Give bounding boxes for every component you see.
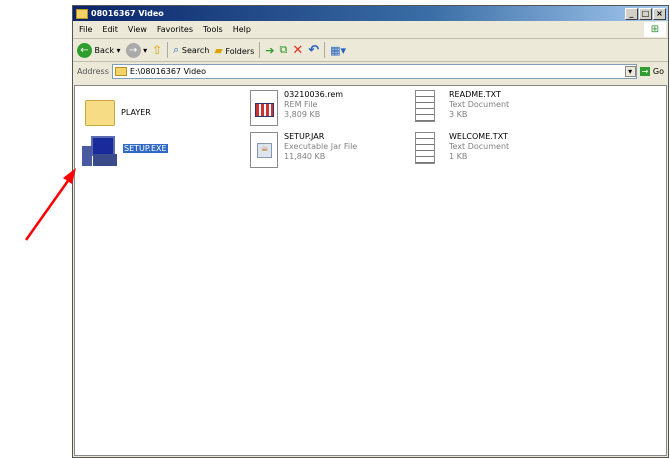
red-arrow-annotation — [24, 168, 76, 241]
